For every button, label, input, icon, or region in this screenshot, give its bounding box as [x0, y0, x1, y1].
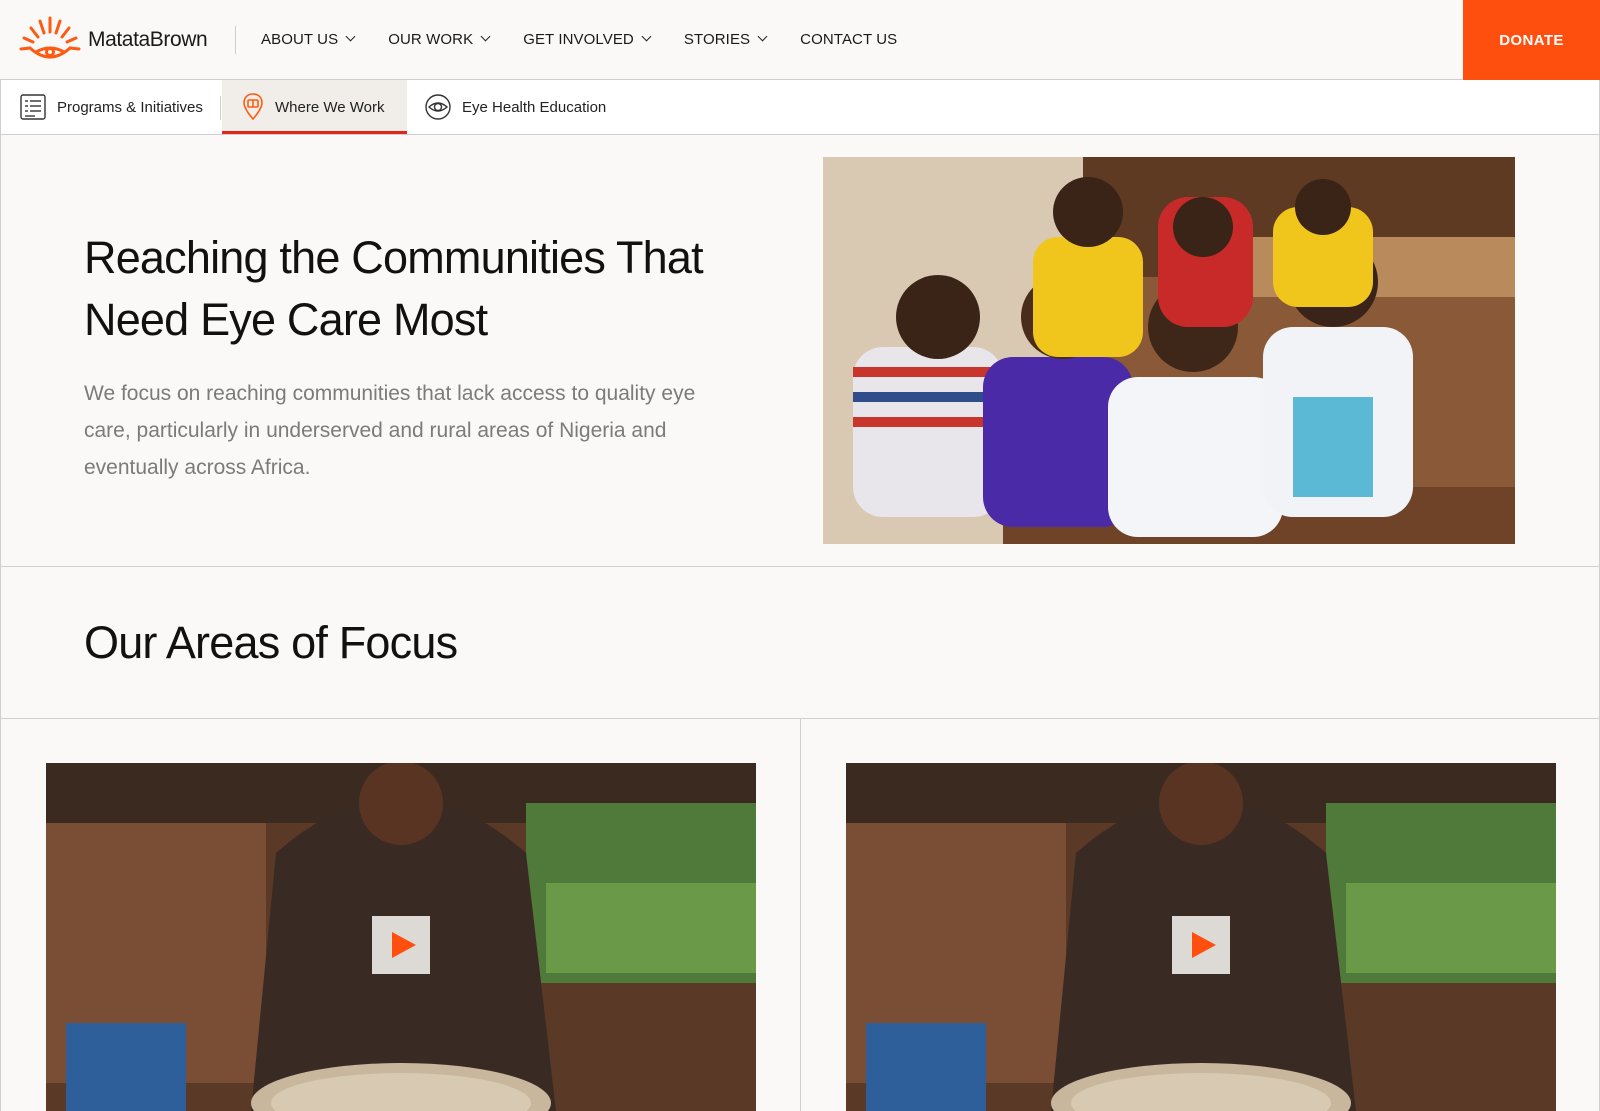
hero-title: Reaching the Communities That Need Eye C… — [84, 232, 704, 345]
hero-section: Reaching the Communities That Need Eye C… — [0, 135, 1600, 567]
donate-button[interactable]: DONATE — [1463, 0, 1600, 80]
nav-our-work[interactable]: OUR WORK — [388, 30, 491, 48]
subnav-divider — [220, 96, 221, 120]
nav-label: CONTACT US — [800, 30, 898, 48]
nav-label: ABOUT US — [261, 30, 339, 48]
tab-programs-initiatives[interactable]: Programs & Initiatives — [19, 80, 203, 134]
site-header: MatataBrown ABOUT US OUR WORK GET INVOLV… — [0, 0, 1600, 80]
main-nav: ABOUT US OUR WORK GET INVOLVED STORIES C… — [261, 0, 931, 78]
tab-where-we-work[interactable]: Where We Work — [222, 80, 407, 134]
chevron-down-icon — [480, 31, 491, 42]
areas-cards — [0, 719, 1600, 1111]
chevron-down-icon — [345, 31, 356, 42]
nav-get-involved[interactable]: GET INVOLVED — [523, 30, 652, 48]
play-icon[interactable] — [372, 916, 430, 974]
areas-title: Our Areas of Focus — [84, 617, 458, 668]
sun-eye-logo-icon — [19, 16, 81, 59]
sub-nav: Programs & Initiatives Where We Work Eye… — [0, 80, 1600, 135]
nav-label: STORIES — [683, 30, 751, 48]
nav-about-us[interactable]: ABOUT US — [261, 30, 356, 48]
tab-label: Where We Work — [275, 98, 385, 116]
video-card[interactable] — [846, 763, 1556, 1111]
logo[interactable]: MatataBrown — [18, 14, 208, 66]
list-document-icon — [19, 93, 47, 121]
areas-heading-section: Our Areas of Focus — [0, 567, 1600, 719]
hero-photo — [823, 157, 1515, 544]
hero-description: We focus on reaching communities that la… — [84, 382, 696, 479]
nav-stories[interactable]: STORIES — [683, 30, 768, 48]
nav-label: GET INVOLVED — [523, 30, 634, 48]
tab-eye-health-education[interactable]: Eye Health Education — [424, 80, 606, 134]
brand-name: MatataBrown — [88, 28, 208, 51]
video-card[interactable] — [46, 763, 756, 1111]
card-divider — [800, 719, 801, 1111]
chevron-down-icon — [757, 31, 768, 42]
nav-contact-us[interactable]: CONTACT US — [800, 31, 897, 48]
play-icon[interactable] — [1172, 916, 1230, 974]
header-divider — [235, 26, 236, 54]
tab-label: Programs & Initiatives — [57, 98, 203, 116]
chevron-down-icon — [641, 31, 652, 42]
tab-label: Eye Health Education — [462, 98, 607, 116]
nav-label: OUR WORK — [388, 30, 474, 48]
map-pin-icon — [241, 92, 265, 122]
eye-icon — [424, 93, 452, 121]
